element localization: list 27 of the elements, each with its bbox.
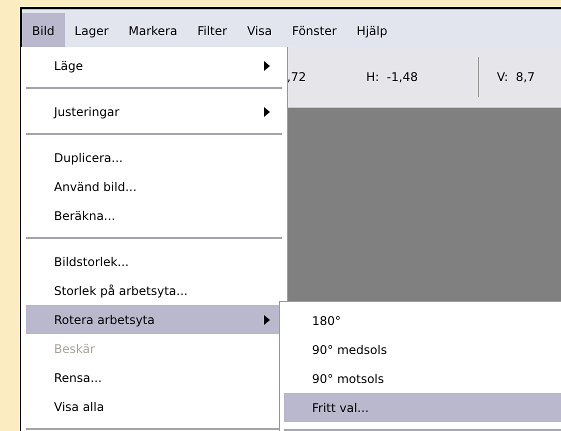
menu-item[interactable]: Fritt val... (284, 393, 561, 422)
menu-item[interactable]: Bildstorlek... (26, 247, 282, 276)
menu-bar-item[interactable]: Filter (187, 13, 238, 48)
menu-item[interactable]: Visa alla (26, 392, 282, 421)
menu-item[interactable]: 90° medsols (284, 335, 561, 364)
menu-item[interactable]: Läge (26, 51, 282, 80)
menu-item[interactable]: Storlek på arbetsyta... (26, 276, 282, 305)
menu-item[interactable]: 180° (284, 306, 561, 335)
menu-bar-item[interactable]: Markera (118, 13, 188, 48)
submenu-arrow-icon (264, 314, 270, 324)
coordinate-reading: ,72 (287, 70, 306, 84)
submenu-arrow-icon (264, 106, 270, 116)
menu-item[interactable]: Duplicera... (26, 143, 282, 172)
menu-bar-item[interactable]: Visa (237, 13, 282, 48)
menu-item[interactable]: 90° motsols (284, 364, 561, 393)
coordinate-reading: V: 8,7 (496, 70, 535, 84)
menu-bar-item[interactable]: Hjälp (346, 13, 398, 48)
menu-item[interactable]: Använd bild... (26, 172, 282, 201)
submenu-arrow-icon (264, 60, 270, 70)
coordinate-reading: H: -1,48 (366, 70, 418, 84)
menu-bar-item[interactable]: Bild (22, 13, 65, 48)
menu-item[interactable]: Rensa... (26, 363, 282, 392)
menu-bar-item[interactable]: Lager (64, 13, 119, 48)
menu-bar-item[interactable]: Fönster (282, 13, 347, 48)
menu-item[interactable]: Beräkna... (26, 201, 282, 230)
menu-item[interactable]: Rotera arbetsyta (26, 305, 282, 334)
menu-item[interactable]: Justeringar (26, 97, 282, 126)
